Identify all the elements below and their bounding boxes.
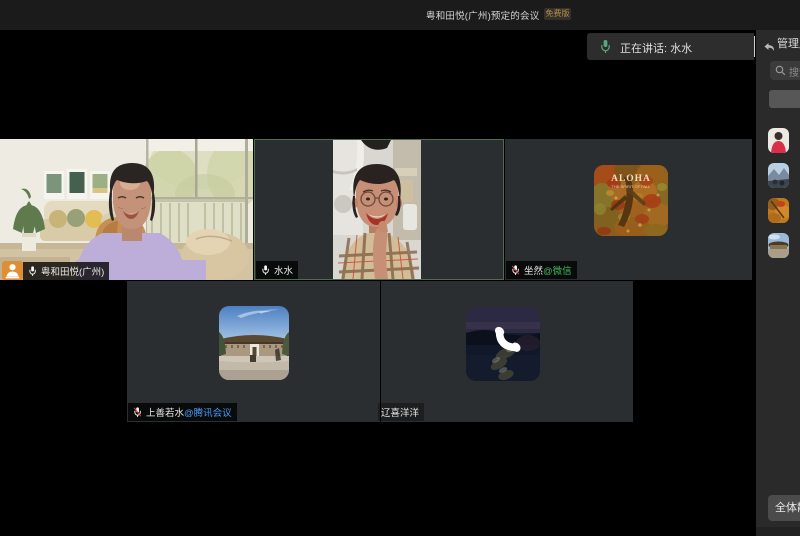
svg-text:ALOHA: ALOHA <box>611 174 651 184</box>
svg-text:THE SPIRIT OF FALL: THE SPIRIT OF FALL <box>611 184 651 189</box>
